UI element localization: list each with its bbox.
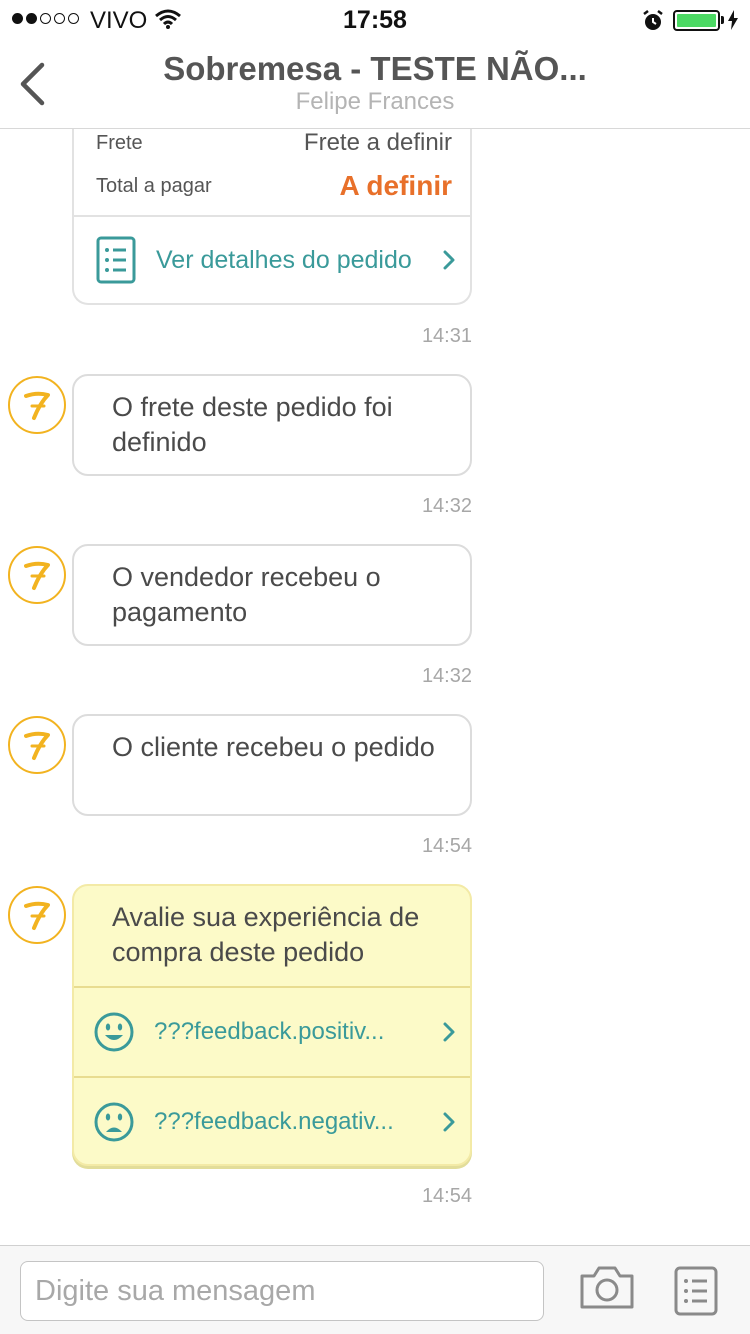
list-document-icon <box>96 236 136 284</box>
shipping-value: Frete a definir <box>303 129 452 156</box>
message-composer <box>0 1245 750 1334</box>
message-bubble: O cliente recebeu o pedido <box>72 714 472 816</box>
navigation-bar: Sobremesa - TESTE NÃO... Felipe Frances <box>0 40 750 129</box>
seven-logo-icon <box>24 391 50 420</box>
chevron-right-icon <box>443 250 455 270</box>
battery-tip <box>721 16 724 24</box>
negative-feedback-label: ???feedback.negativ... <box>154 1108 394 1135</box>
message-time: 14:54 <box>421 1185 472 1207</box>
camera-button[interactable] <box>578 1264 636 1315</box>
rating-prompt: Avalie sua experiência de compra deste p… <box>112 902 420 967</box>
total-label: Total a pagar <box>96 174 212 197</box>
seller-avatar[interactable] <box>8 716 66 774</box>
message-input[interactable] <box>20 1261 544 1321</box>
negative-feedback-option[interactable]: ???feedback.negativ... <box>74 1078 470 1166</box>
page-subtitle: Felipe Frances <box>295 88 455 115</box>
message-bubble: O frete deste pedido foi definido <box>72 374 472 476</box>
smile-face-icon <box>94 1012 134 1052</box>
view-order-details-label: Ver detalhes do pedido <box>156 245 412 274</box>
chevron-right-icon <box>443 1112 455 1132</box>
seller-avatar[interactable] <box>8 886 66 944</box>
list-document-icon <box>674 1266 718 1316</box>
order-summary-card: Frete Frete a definir Total a pagar A de… <box>72 129 472 305</box>
seven-logo-icon <box>24 901 50 930</box>
rating-card: Avalie sua experiência de compra deste p… <box>72 884 472 1166</box>
alarm-icon <box>641 9 665 38</box>
charging-icon <box>727 10 739 35</box>
seller-avatar[interactable] <box>8 546 66 604</box>
chat-thread[interactable]: Frete Frete a definir Total a pagar A de… <box>0 129 750 1245</box>
shipping-label: Frete <box>96 131 143 154</box>
battery-level <box>677 14 716 27</box>
chevron-right-icon <box>443 1022 455 1042</box>
message-text: O vendedor recebeu o pagamento <box>112 562 381 627</box>
positive-feedback-label: ???feedback.positiv... <box>154 1018 385 1045</box>
total-value: A definir <box>339 170 452 201</box>
message-text: O frete deste pedido foi definido <box>112 392 393 457</box>
battery-icon <box>673 10 720 31</box>
page-title: Sobremesa - TESTE NÃO... <box>163 50 587 87</box>
message-bubble: O vendedor recebeu o pagamento <box>72 544 472 646</box>
order-details-button[interactable] <box>674 1266 718 1321</box>
sad-face-icon <box>94 1102 134 1142</box>
message-time: 14:32 <box>421 665 472 687</box>
view-order-details-link[interactable]: Ver detalhes do pedido <box>74 217 470 303</box>
positive-feedback-option[interactable]: ???feedback.positiv... <box>74 988 470 1076</box>
message-time: 14:32 <box>421 495 472 517</box>
seller-avatar[interactable] <box>8 376 66 434</box>
message-text: O cliente recebeu o pedido <box>112 732 435 762</box>
message-time: 14:31 <box>421 325 472 347</box>
status-time: 17:58 <box>343 6 407 34</box>
message-time: 14:54 <box>421 835 472 857</box>
camera-icon <box>580 1266 634 1309</box>
seven-logo-icon <box>24 731 50 760</box>
status-bar: VIVO 17:58 <box>0 0 750 40</box>
seven-logo-icon <box>24 561 50 590</box>
